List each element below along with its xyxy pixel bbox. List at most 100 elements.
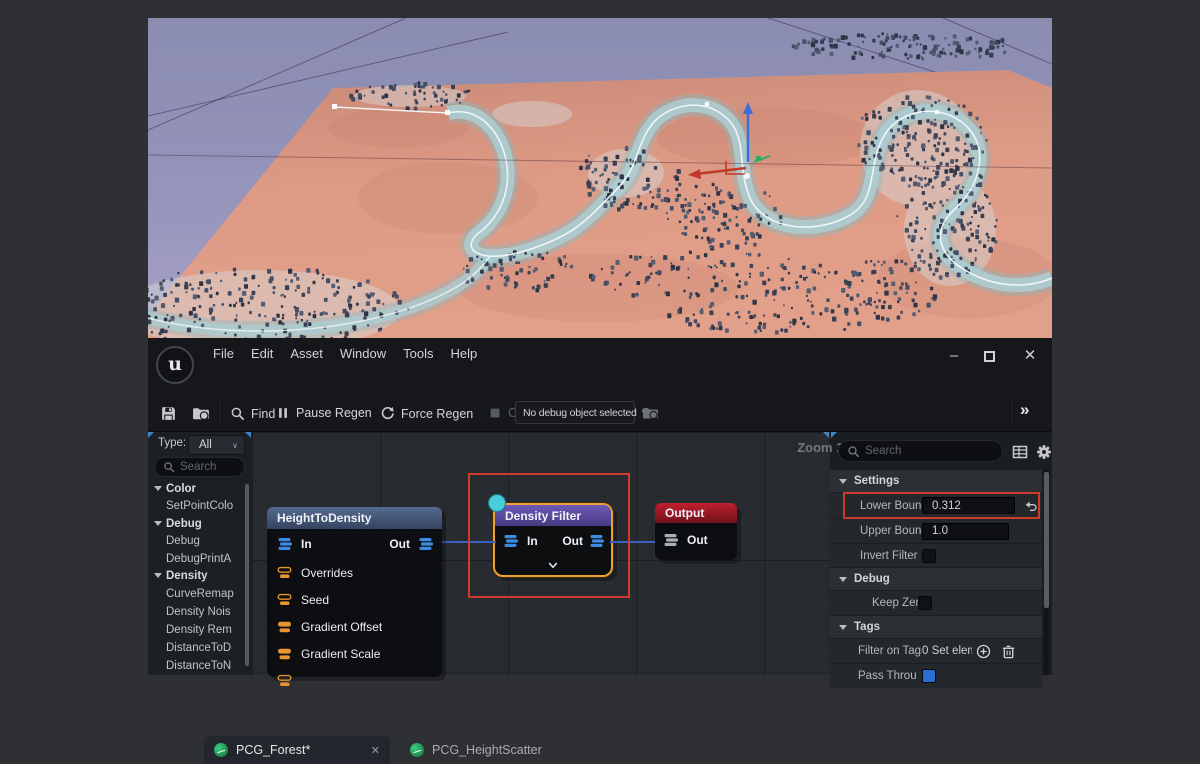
search-icon xyxy=(163,461,175,473)
app-window: File Edit Asset Window Tools Help u – ✕ … xyxy=(148,0,1052,675)
find-icon xyxy=(230,406,245,421)
palette-item[interactable]: Debug xyxy=(148,532,244,549)
pause-regen-button[interactable]: Pause Regen xyxy=(276,406,372,420)
tab-pcg-forest[interactable]: PCG_Forest* ✕ xyxy=(204,736,390,764)
minimize-button[interactable]: – xyxy=(944,346,964,366)
menu-asset[interactable]: Asset xyxy=(290,346,323,361)
row-filter-on-tags: Filter on Tags 0 Set elem xyxy=(830,639,1042,663)
expand-arrow-icon[interactable] xyxy=(839,625,847,630)
menu-file[interactable]: File xyxy=(213,346,234,361)
palette-item[interactable]: DebugPrintA xyxy=(148,550,244,567)
row-pass-through: Pass Throu xyxy=(830,664,1042,688)
annotation-box-lower-bound xyxy=(843,492,1040,519)
menu-bar: File Edit Asset Window Tools Help xyxy=(148,338,1052,368)
row-invert-filter: Invert Filter xyxy=(830,544,1042,567)
palette-item[interactable]: DistanceToD xyxy=(148,639,244,656)
pause-icon xyxy=(276,406,290,420)
pcg-asset-icon xyxy=(214,743,228,757)
type-filter-label: Type: xyxy=(158,437,186,449)
folder-search-icon xyxy=(642,405,660,421)
tab-pcg-heightscatter[interactable]: PCG_HeightScatter xyxy=(400,736,560,764)
node-output[interactable]: Output Out xyxy=(655,503,737,560)
palette-item[interactable]: DistanceToN xyxy=(148,657,244,674)
3d-viewport[interactable] xyxy=(148,18,1052,338)
pass-through-checkbox[interactable] xyxy=(922,669,936,683)
palette-item[interactable]: Density Rem xyxy=(148,621,244,638)
param-overrides[interactable]: Overrides xyxy=(267,559,442,586)
force-regen-button[interactable]: Force Regen xyxy=(380,406,473,421)
palette-search[interactable] xyxy=(154,457,245,477)
section-tags[interactable]: Tags xyxy=(830,616,1042,638)
param-pin-icon[interactable] xyxy=(277,646,293,662)
details-search[interactable] xyxy=(838,440,1003,462)
close-button[interactable]: ✕ xyxy=(1020,346,1040,366)
debug-object-selector[interactable]: No debug object selected ∨ xyxy=(515,401,635,424)
node-title: HeightToDensity xyxy=(267,507,442,529)
chevron-down-icon: ∨ xyxy=(232,441,238,450)
in-pin-label: In xyxy=(301,537,312,551)
delete-icon[interactable] xyxy=(1001,644,1016,659)
input-pin-icon[interactable] xyxy=(277,536,293,552)
output-pin-icon[interactable] xyxy=(418,536,434,552)
node-title: Output xyxy=(655,503,737,523)
menu-help[interactable]: Help xyxy=(450,346,477,361)
section-settings[interactable]: Settings xyxy=(830,470,1042,492)
search-icon xyxy=(847,445,860,458)
details-search-input[interactable] xyxy=(865,445,994,457)
param-gradient-offset[interactable]: Gradient Offset xyxy=(267,613,442,640)
add-element-icon[interactable] xyxy=(976,644,991,659)
section-debug[interactable]: Debug xyxy=(830,568,1042,590)
palette-item[interactable]: CurveRemap xyxy=(148,585,244,602)
tab-close-icon[interactable]: ✕ xyxy=(371,744,380,757)
row-upper-bound: Upper Bound 1.0 xyxy=(830,519,1042,543)
menu-tools[interactable]: Tools xyxy=(403,346,433,361)
palette-search-input[interactable] xyxy=(180,461,236,473)
expand-arrow-icon[interactable] xyxy=(839,577,847,582)
expand-arrow-icon[interactable] xyxy=(154,573,162,578)
annotation-box-density-filter xyxy=(468,473,630,598)
palette-scrollbar[interactable] xyxy=(245,484,249,666)
grid-view-icon[interactable] xyxy=(1012,444,1028,460)
toolbar-overflow-button[interactable]: » xyxy=(1020,400,1029,420)
find-button[interactable]: Find xyxy=(230,406,275,421)
expand-arrow-icon[interactable] xyxy=(154,486,162,491)
upper-bound-input[interactable]: 1.0 xyxy=(922,523,1009,540)
save-button[interactable] xyxy=(160,405,177,422)
palette-category-density[interactable]: Density xyxy=(148,567,244,584)
save-icon xyxy=(160,405,177,422)
param-pin-icon[interactable] xyxy=(277,565,293,581)
browse-to-asset-button[interactable] xyxy=(192,405,211,422)
palette-category-color[interactable]: Color xyxy=(148,480,244,497)
palette-category-debug[interactable]: Debug xyxy=(148,515,244,532)
asset-tab-bar: PCG_Forest* ✕ PCG_HeightScatter xyxy=(148,368,1052,396)
palette-item[interactable]: SetPointColo xyxy=(148,497,244,514)
keep-zero-checkbox[interactable] xyxy=(918,596,932,610)
maximize-button[interactable] xyxy=(984,351,995,362)
menu-window[interactable]: Window xyxy=(340,346,386,361)
debug-browse-button[interactable] xyxy=(642,405,660,421)
param-gradient-scale[interactable]: Gradient Scale xyxy=(267,640,442,667)
tab-label: PCG_Forest* xyxy=(236,743,310,757)
type-filter-dropdown[interactable]: All ∨ xyxy=(188,435,245,455)
input-pin-icon[interactable] xyxy=(663,532,679,548)
node-height-to-density[interactable]: HeightToDensity In Out Overrides Seed Gr… xyxy=(267,507,442,677)
tags-count-value: 0 Set elem xyxy=(922,645,972,657)
param-pin-icon[interactable] xyxy=(277,619,293,635)
gear-icon[interactable] xyxy=(1036,444,1052,460)
invert-filter-checkbox[interactable] xyxy=(922,549,936,563)
out-pin-label: Out xyxy=(389,537,410,551)
menu-edit[interactable]: Edit xyxy=(251,346,273,361)
param-seed[interactable]: Seed xyxy=(267,586,442,613)
stop-icon xyxy=(488,406,502,420)
tab-label: PCG_HeightScatter xyxy=(432,743,542,757)
param-pin-icon[interactable] xyxy=(277,592,293,608)
folder-search-icon xyxy=(192,405,211,422)
out-pin-label: Out xyxy=(687,533,708,547)
unreal-logo-icon: u xyxy=(156,346,194,384)
param-partial-row[interactable] xyxy=(267,667,442,694)
expand-arrow-icon[interactable] xyxy=(154,521,162,526)
details-scrollbar[interactable] xyxy=(1044,472,1049,608)
pcg-asset-icon xyxy=(410,743,424,757)
palette-item[interactable]: Density Nois xyxy=(148,603,244,620)
expand-arrow-icon[interactable] xyxy=(839,479,847,484)
